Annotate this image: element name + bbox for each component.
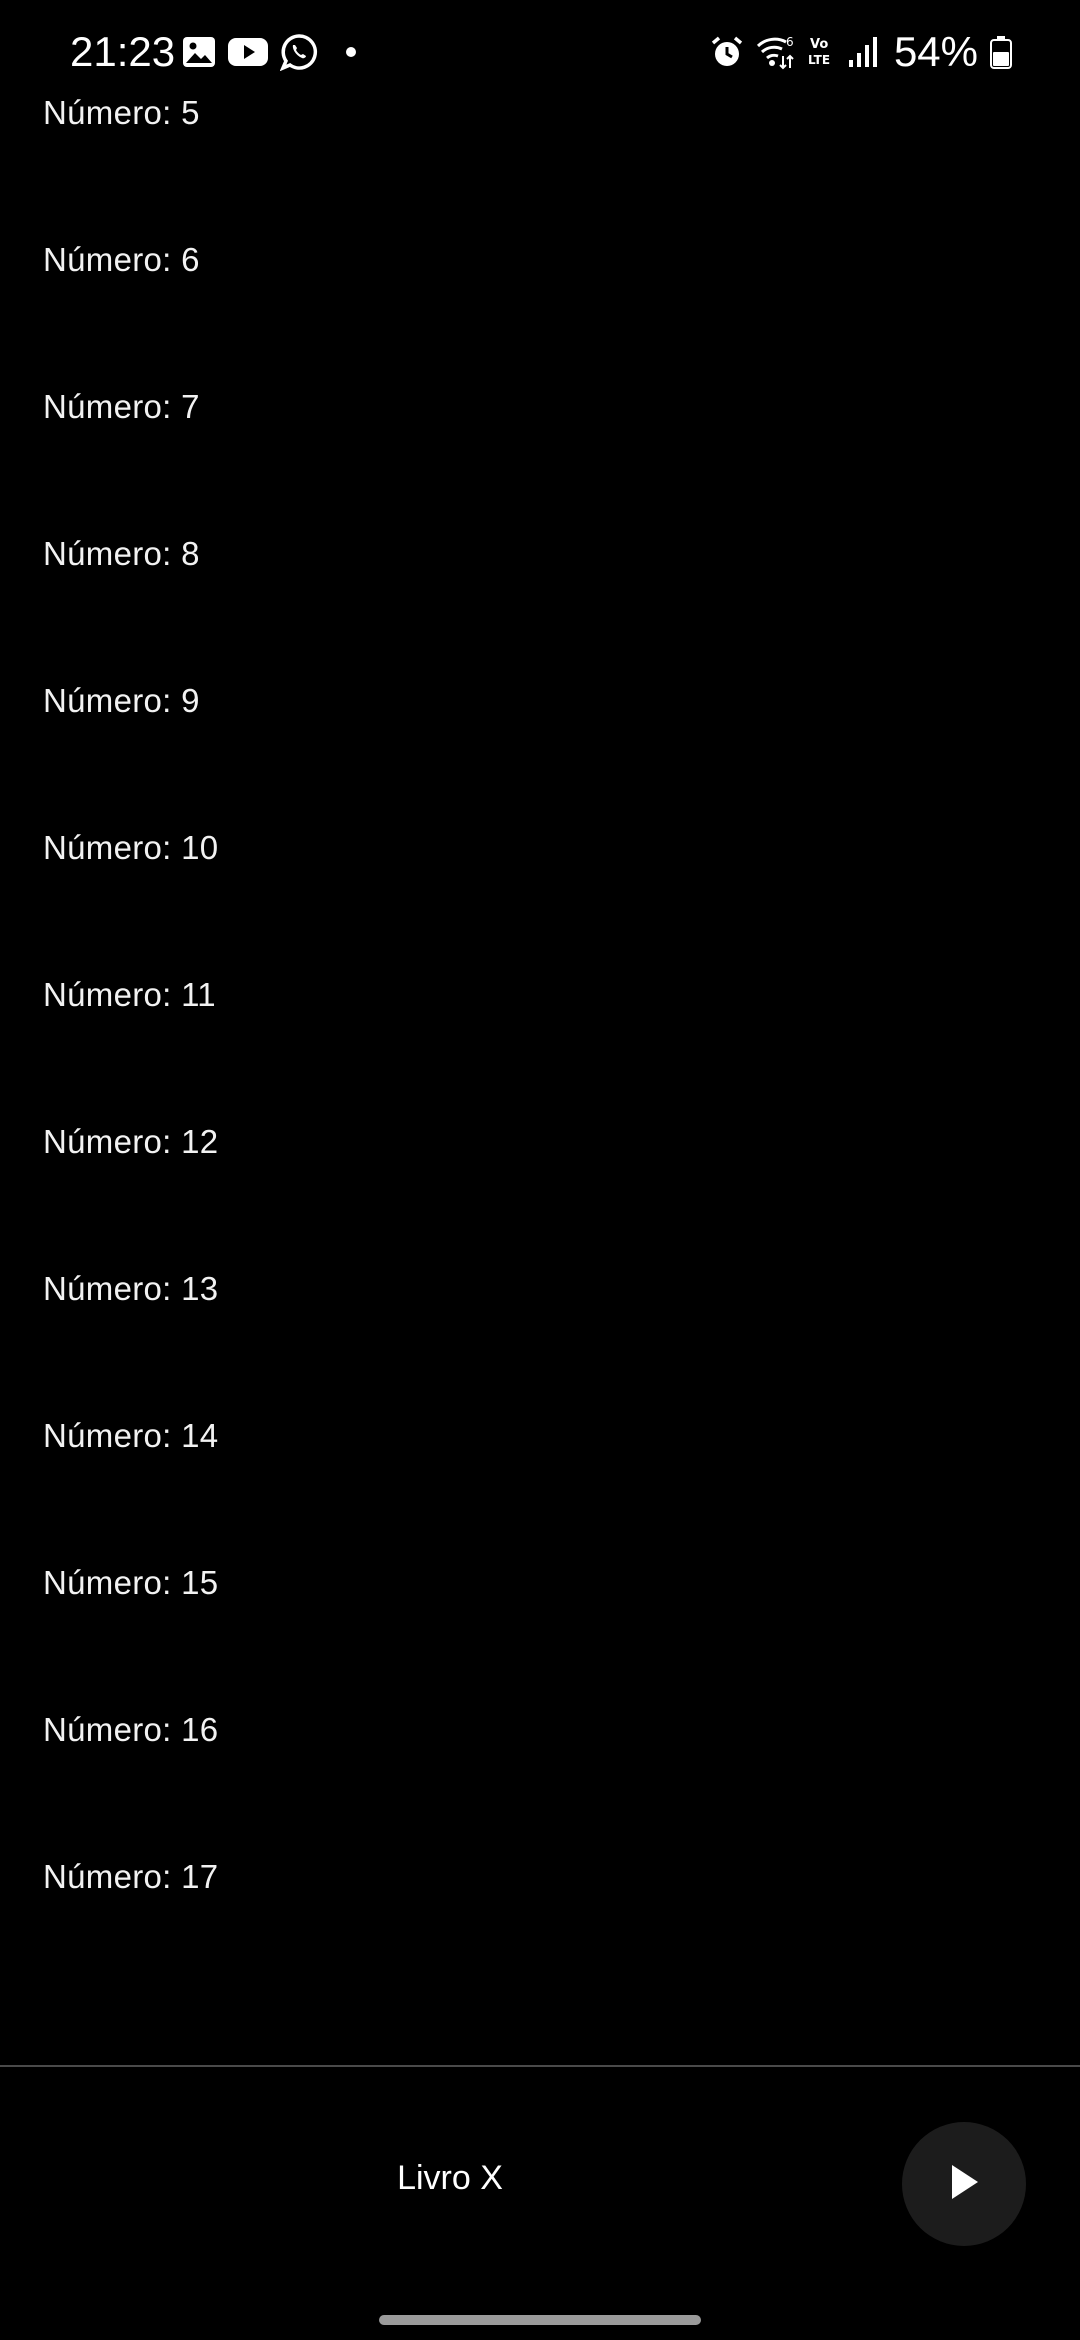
list-item-label: Número: 5 — [43, 93, 200, 131]
list-item[interactable]: Número: 9 — [0, 627, 1080, 774]
list-item[interactable]: Número: 5 — [0, 39, 1080, 186]
list-item[interactable]: Número: 8 — [0, 480, 1080, 627]
player-title[interactable]: Livro X — [0, 2159, 900, 2198]
list-item-label: Número: 16 — [43, 1710, 219, 1748]
list-item[interactable]: Número: 14 — [0, 1362, 1080, 1509]
list-item-label: Número: 7 — [43, 387, 200, 425]
list-item-label: Número: 14 — [43, 1416, 219, 1454]
list-item-label: Número: 17 — [43, 1857, 219, 1895]
list-item[interactable]: Número: 16 — [0, 1656, 1080, 1803]
list-item[interactable]: Número: 12 — [0, 1068, 1080, 1215]
mini-player[interactable]: Livro X — [0, 2067, 1080, 2307]
list-item-label: Número: 8 — [43, 534, 200, 572]
list-item-label: Número: 15 — [43, 1563, 219, 1601]
list-item-label: Número: 9 — [43, 681, 200, 719]
number-list[interactable]: Número: 5 Número: 6 Número: 7 Número: 8 … — [0, 39, 1080, 1950]
list-item-label: Número: 10 — [43, 828, 219, 866]
list-item-label: Número: 12 — [43, 1122, 219, 1160]
list-item-label: Número: 6 — [43, 240, 200, 278]
list-item[interactable]: Número: 6 — [0, 186, 1080, 333]
play-button[interactable] — [902, 2122, 1026, 2246]
list-item[interactable]: Número: 11 — [0, 921, 1080, 1068]
play-icon — [946, 2162, 982, 2207]
list-item[interactable]: Número: 10 — [0, 774, 1080, 921]
list-item[interactable]: Número: 17 — [0, 1803, 1080, 1950]
home-indicator[interactable] — [379, 2315, 701, 2325]
list-item[interactable]: Número: 7 — [0, 333, 1080, 480]
list-item[interactable]: Número: 13 — [0, 1215, 1080, 1362]
list-item[interactable]: Número: 15 — [0, 1509, 1080, 1656]
list-item-label: Número: 11 — [43, 975, 216, 1013]
list-item-label: Número: 13 — [43, 1269, 219, 1307]
